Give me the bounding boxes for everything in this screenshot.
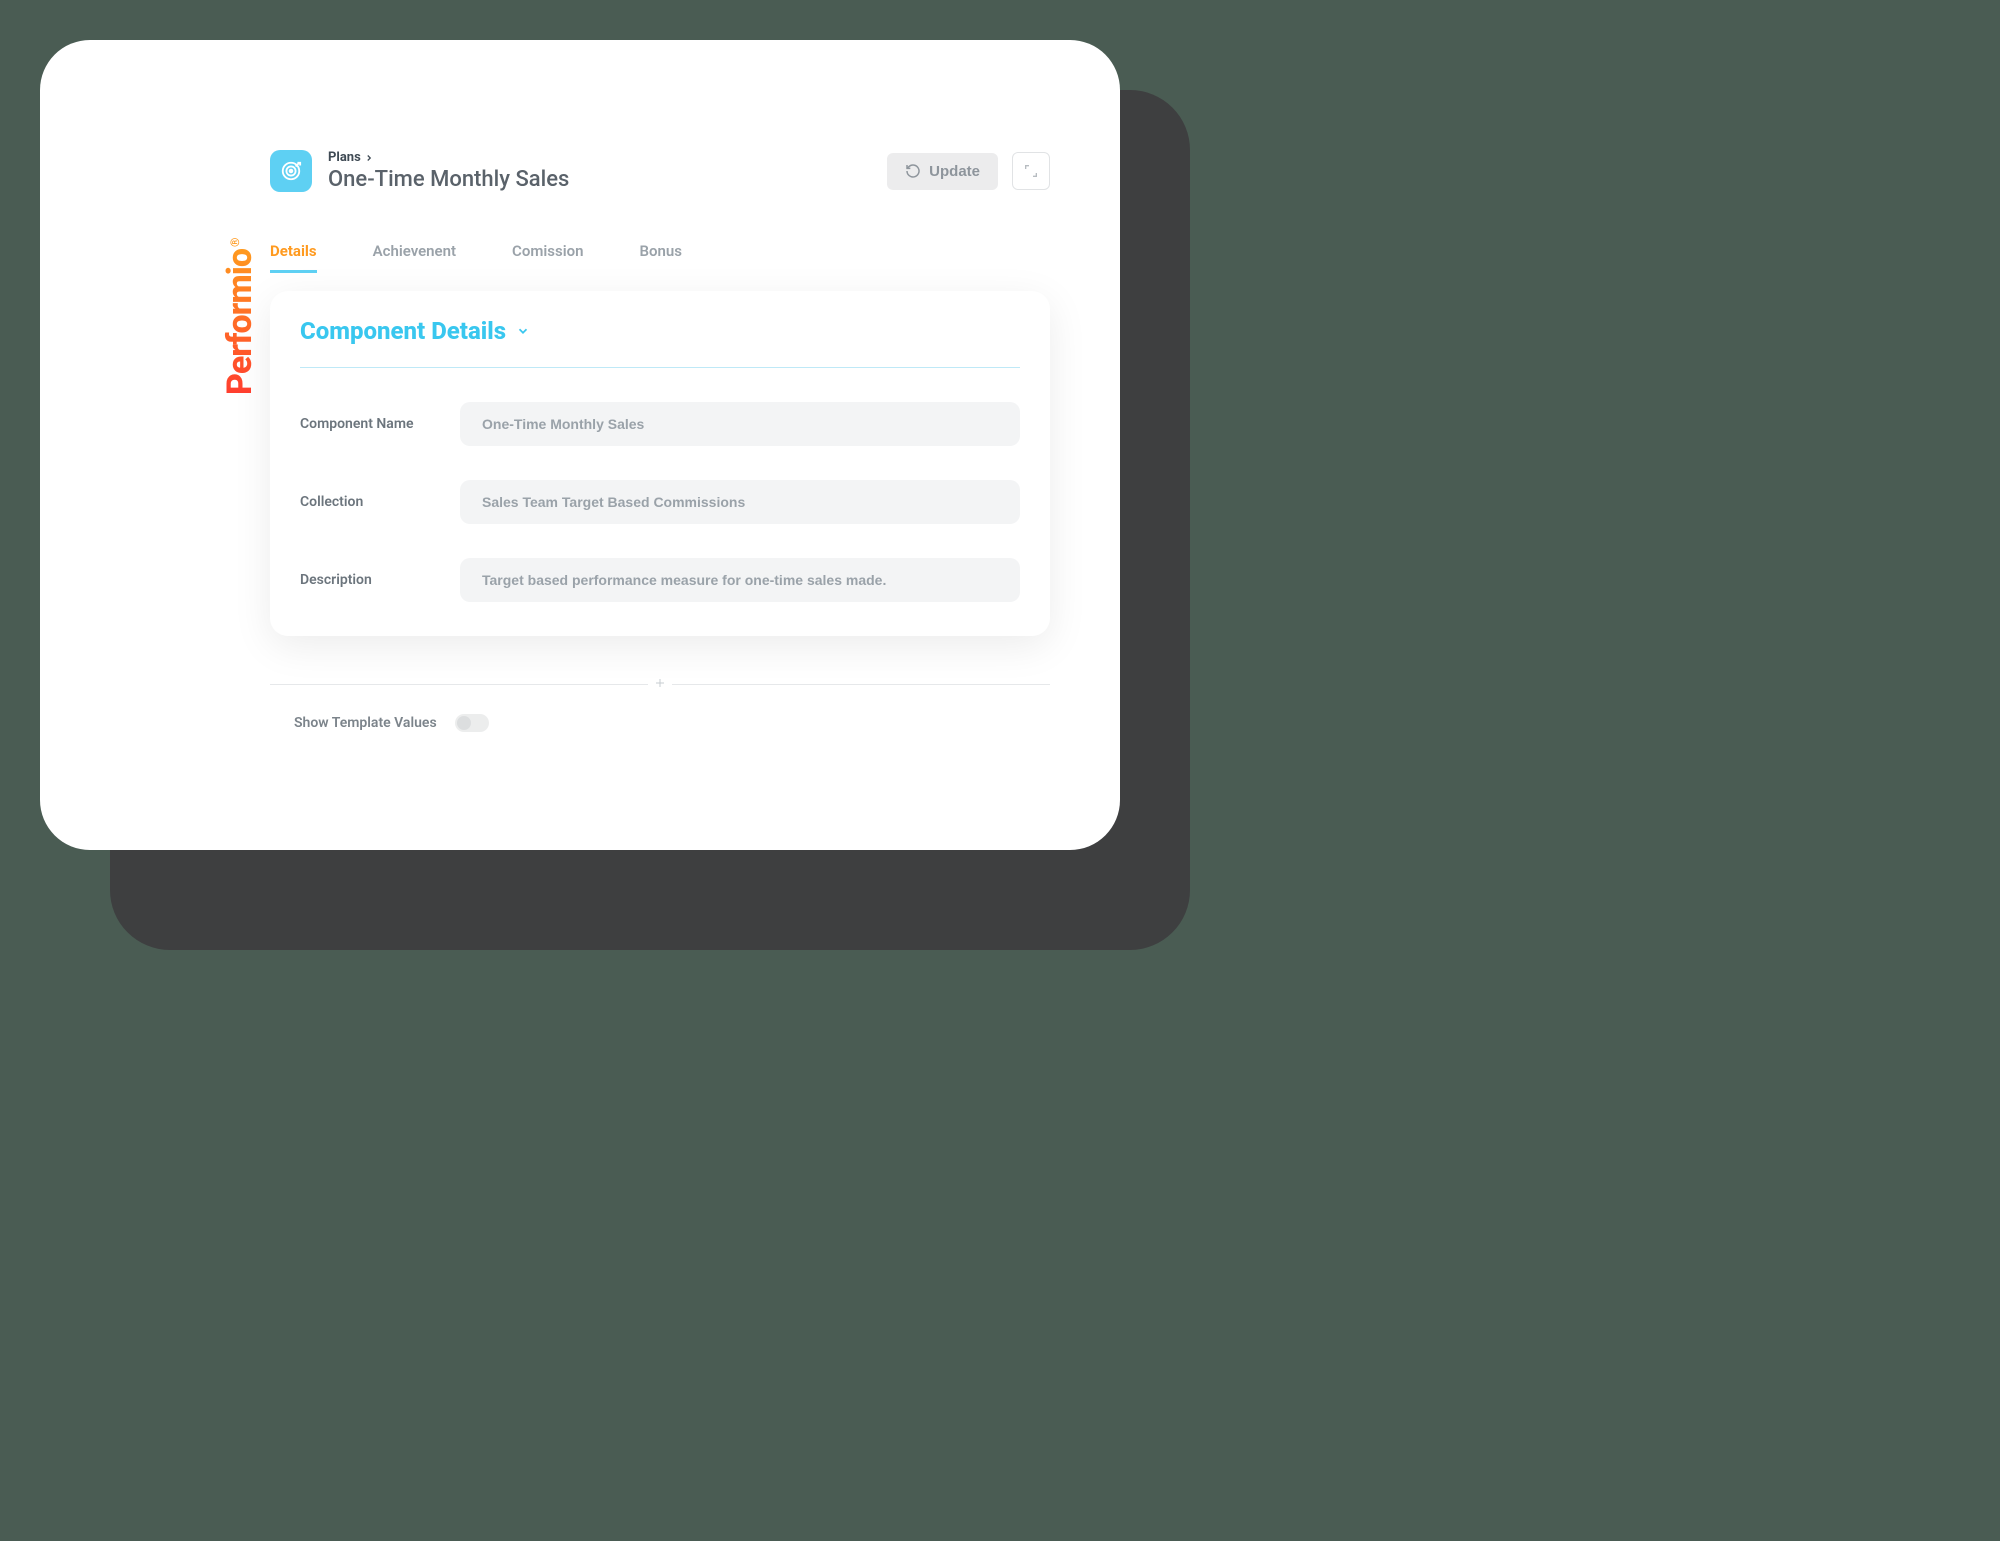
brand-text: Performio (220, 249, 260, 395)
breadcrumb-label: Plans (328, 150, 361, 165)
page-header: Plans One-Time Monthly Sales Update (270, 150, 1050, 192)
component-details-panel: Component Details Component Name Collect… (270, 291, 1050, 636)
breadcrumb[interactable]: Plans (328, 150, 871, 165)
refresh-icon (905, 163, 921, 179)
page-title: One-Time Monthly Sales (328, 167, 871, 192)
tab-details[interactable]: Details (270, 242, 317, 273)
fullscreen-button[interactable] (1012, 152, 1050, 190)
expand-icon (1023, 163, 1039, 179)
panel-title-text: Component Details (300, 317, 506, 345)
target-icon (270, 150, 312, 192)
component-name-label: Component Name (300, 416, 460, 432)
registered-mark-icon: ® (228, 239, 242, 247)
add-section-row (270, 676, 1050, 692)
plus-icon (654, 677, 666, 689)
brand-logo: Performio ® (220, 239, 260, 395)
divider-line (270, 684, 648, 685)
tab-bonus[interactable]: Bonus (639, 242, 681, 273)
template-values-toggle[interactable] (455, 714, 489, 732)
description-label: Description (300, 572, 460, 588)
collection-label: Collection (300, 494, 460, 510)
tab-commission[interactable]: Comission (512, 242, 583, 273)
panel-title[interactable]: Component Details (300, 317, 1020, 345)
chevron-down-icon (516, 324, 530, 338)
template-values-label: Show Template Values (294, 715, 437, 731)
description-input[interactable] (460, 558, 1020, 602)
add-section-button[interactable] (648, 675, 672, 693)
component-name-input[interactable] (460, 402, 1020, 446)
update-button[interactable]: Update (887, 153, 998, 190)
collection-input[interactable] (460, 480, 1020, 524)
tab-achievement[interactable]: Achievenent (373, 242, 456, 273)
template-values-row: Show Template Values (270, 714, 1050, 732)
app-card: Performio ® Plans One-Time Monthly Sales (40, 40, 1120, 850)
update-button-label: Update (929, 163, 980, 180)
panel-divider (300, 367, 1020, 368)
divider-line (672, 684, 1050, 685)
chevron-right-icon (364, 153, 374, 163)
tabs: Details Achievenent Comission Bonus (270, 242, 1050, 273)
